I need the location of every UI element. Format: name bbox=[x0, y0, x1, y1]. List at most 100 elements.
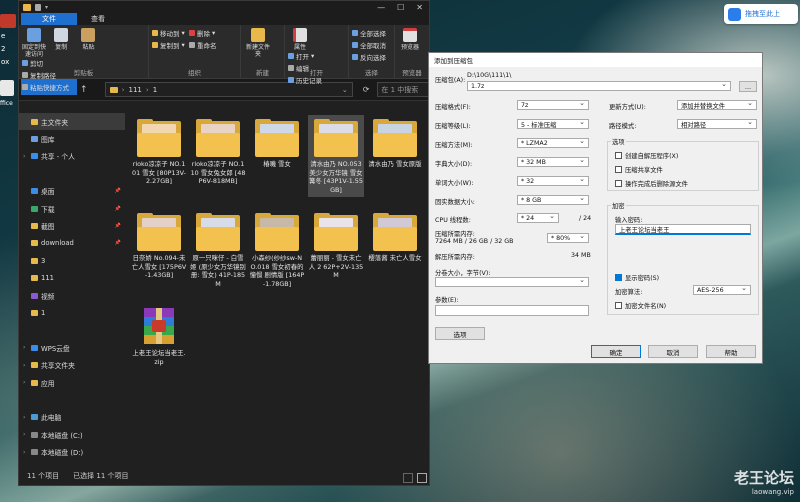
breadcrumb-1[interactable]: 1 bbox=[153, 86, 157, 94]
pin-icon[interactable]: 📌 bbox=[115, 188, 121, 194]
chevron-right-icon[interactable]: › bbox=[23, 414, 28, 421]
group-organize: 移动到 ▾ 复制到 ▾ 删除 ▾ 重命名 组织 bbox=[149, 25, 241, 78]
search-input[interactable]: 在 1 中搜索 bbox=[377, 82, 429, 97]
shared-files-checkbox[interactable]: 压缩共享文件 bbox=[615, 165, 663, 174]
sidebar-item[interactable]: 截图 📌 bbox=[19, 217, 125, 234]
chevron-right-icon[interactable]: › bbox=[23, 153, 28, 160]
sidebar-item[interactable]: 桌面 📌 bbox=[19, 183, 125, 200]
address-dropdown-icon[interactable]: ⌄ bbox=[342, 86, 348, 94]
open-button[interactable]: 打开 ▾ bbox=[288, 51, 322, 61]
properties-button[interactable]: 属性 bbox=[288, 28, 312, 51]
folder-item[interactable]: rioko凉凉子 NO.110 雪女兔女郎 [48P6V-818MB] bbox=[190, 115, 246, 197]
sidebar-item[interactable]: 1 bbox=[19, 304, 125, 321]
help-button[interactable]: 帮助 bbox=[706, 345, 756, 358]
sidebar-item[interactable]: › WPS云盘 bbox=[19, 339, 125, 356]
delete-after-checkbox[interactable]: 操作完成后删除源文件 bbox=[615, 179, 688, 188]
pin-icon[interactable]: 📌 bbox=[115, 240, 121, 246]
dictionary-select[interactable]: * 32 MB bbox=[517, 156, 589, 167]
details-view-icon[interactable] bbox=[403, 473, 413, 483]
paste-button[interactable]: 粘贴 bbox=[76, 28, 100, 51]
folder-item[interactable]: 原一只咪仔 - 白雪姬 (原少女万华镜别册: 雪女) 41P-185M bbox=[190, 209, 246, 291]
sidebar-item[interactable]: › 共享文件夹 bbox=[19, 356, 125, 373]
folder-icon bbox=[314, 119, 358, 157]
desktop-icon-1[interactable] bbox=[0, 14, 16, 28]
chevron-right-icon[interactable]: › bbox=[23, 362, 28, 369]
encrypt-filenames-checkbox[interactable]: 加密文件名(N) bbox=[615, 301, 666, 310]
sidebar-item[interactable]: download 📌 bbox=[19, 235, 125, 252]
path-mode-select[interactable]: 相对路径 bbox=[677, 118, 757, 129]
large-icons-view-icon[interactable] bbox=[417, 473, 427, 483]
archive-name-field[interactable]: 1.7z bbox=[467, 80, 731, 91]
update-mode-select[interactable]: 添加并替换文件 bbox=[677, 99, 757, 110]
desktop-icon-2[interactable] bbox=[0, 80, 14, 96]
sidebar-item[interactable]: 3 bbox=[19, 252, 125, 269]
browse-button[interactable]: ... bbox=[739, 81, 757, 92]
chevron-right-icon[interactable]: › bbox=[23, 449, 28, 456]
word-size-select[interactable]: * 32 bbox=[517, 175, 589, 186]
ok-button[interactable]: 确定 bbox=[591, 345, 641, 358]
up-icon[interactable]: ↑ bbox=[79, 85, 89, 95]
sidebar-item[interactable]: 111 bbox=[19, 270, 125, 287]
password-input[interactable]: 上老王论坛当老王 bbox=[615, 224, 751, 235]
new-folder-button[interactable]: 新建文件夹 bbox=[244, 28, 272, 58]
select-all-button[interactable]: 全部选择 bbox=[352, 28, 386, 38]
maximize-icon[interactable]: ☐ bbox=[397, 3, 404, 12]
chevron-right-icon[interactable]: › bbox=[23, 344, 28, 351]
sidebar-item[interactable]: 下载 📌 bbox=[19, 200, 125, 217]
folder-item[interactable]: rioko凉凉子 NO.101 雪女 [80P13V-2.27GB] bbox=[131, 115, 187, 197]
tab-view[interactable]: 查看 bbox=[83, 13, 113, 25]
minimize-icon[interactable]: — bbox=[377, 3, 385, 12]
select-none-button[interactable]: 全部取消 bbox=[352, 40, 386, 50]
ribbon: 固定到快速访问 复制 粘贴 剪切 复制路径 粘贴快捷方式 剪贴板 移动到 ▾ 复… bbox=[19, 25, 429, 92]
sidebar-item[interactable]: 视频 bbox=[19, 287, 125, 304]
paste-shortcut-button[interactable]: 粘贴快捷方式 bbox=[22, 82, 69, 92]
chevron-right-icon[interactable]: › bbox=[23, 379, 28, 386]
solid-block-select[interactable]: * 8 GB bbox=[517, 194, 589, 205]
encryption-method-select[interactable]: AES-256 bbox=[693, 284, 751, 295]
sidebar-item[interactable]: › 本地磁盘 (D:) bbox=[19, 443, 125, 460]
sidebar-item[interactable]: 图库 bbox=[19, 130, 125, 147]
cancel-button[interactable]: 取消 bbox=[648, 345, 698, 358]
method-select[interactable]: * LZMA2 bbox=[517, 137, 589, 148]
chevron-right-icon[interactable]: › bbox=[23, 431, 28, 438]
format-select[interactable]: 7z bbox=[517, 99, 589, 110]
close-icon[interactable]: ✕ bbox=[416, 3, 423, 12]
split-volume-select[interactable] bbox=[435, 276, 589, 287]
previewer-button[interactable]: 预览器 bbox=[398, 28, 422, 51]
drag-upload-badge[interactable]: 拖拽至此上 bbox=[724, 4, 798, 24]
sidebar-item[interactable]: › 本地磁盘 (C:) bbox=[19, 426, 125, 443]
folder-item[interactable]: 清水由乃 NO.053 美少女万华镜 雪女篝冬 [43P1V-1.55GB] bbox=[308, 115, 364, 197]
folder-item[interactable]: 蕾丽丽 - 雪女未亡人 2 62P+2V-135M bbox=[308, 209, 364, 291]
sidebar-item[interactable]: › 此电脑 bbox=[19, 409, 125, 426]
options-button[interactable]: 选项 bbox=[435, 327, 485, 340]
memory-percent-select[interactable]: * 80% bbox=[547, 232, 589, 243]
archive-file-item[interactable]: 上老王论坛当老王.zip bbox=[131, 303, 187, 385]
sidebar-item[interactable]: 主文件夹 bbox=[19, 113, 125, 131]
folder-item[interactable]: 清水由乃 雪女原版 bbox=[367, 115, 423, 197]
cpu-threads-select[interactable]: * 24 bbox=[517, 212, 559, 223]
delete-button[interactable]: 删除 ▾ bbox=[189, 28, 217, 38]
copy-to-button[interactable]: 复制到 ▾ bbox=[152, 40, 185, 50]
show-password-checkbox[interactable]: 显示密码(S) bbox=[615, 273, 659, 282]
breadcrumb-111[interactable]: 111 bbox=[129, 86, 142, 94]
parameters-input[interactable] bbox=[435, 305, 589, 316]
invert-selection-button[interactable]: 反向选择 bbox=[352, 52, 386, 62]
quick-access-icon[interactable] bbox=[35, 3, 41, 11]
pin-quick-access-button[interactable]: 固定到快速访问 bbox=[22, 28, 46, 58]
breadcrumb-separator: › bbox=[145, 85, 149, 94]
level-select[interactable]: 5 - 标准压缩 bbox=[517, 118, 589, 129]
folder-item[interactable]: 日奈娇 No.094-未亡人雪女 [175P6V-1.43GB] bbox=[131, 209, 187, 291]
copy-button[interactable]: 复制 bbox=[49, 28, 73, 51]
folder-item[interactable]: 椿嘰 雪女 bbox=[249, 115, 305, 197]
move-to-button[interactable]: 移动到 ▾ bbox=[152, 28, 185, 38]
sfx-checkbox[interactable]: 创建自解压程序(X) bbox=[615, 151, 678, 160]
pin-icon[interactable]: 📌 bbox=[115, 223, 121, 229]
refresh-icon[interactable]: ⟳ bbox=[363, 85, 370, 94]
pin-icon[interactable]: 📌 bbox=[115, 206, 121, 212]
folder-item[interactable]: 小森纱(纱纱sw-NO.018 雪女初春的憧憬 剧情版 [164P-1.78GB… bbox=[249, 209, 305, 291]
rename-button[interactable]: 重命名 bbox=[189, 40, 217, 50]
sidebar-item[interactable]: › 应用 bbox=[19, 374, 125, 391]
sidebar-item[interactable]: › 共享 - 个人 bbox=[19, 148, 125, 165]
folder-item[interactable]: 樱落酱 未亡人雪女 bbox=[367, 209, 423, 291]
dropdown-icon[interactable]: ▾ bbox=[45, 4, 48, 11]
